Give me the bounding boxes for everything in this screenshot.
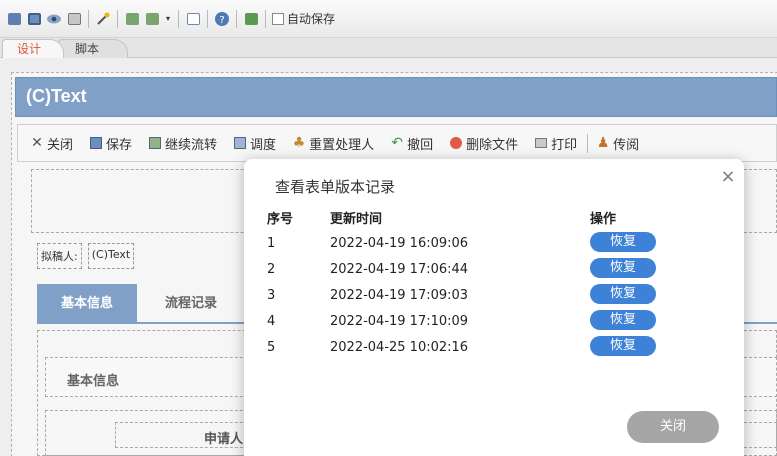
tab-design[interactable]: 设计 xyxy=(2,39,64,58)
close-action[interactable]: ✕ 关闭 xyxy=(30,134,73,153)
close-x-icon: ✕ xyxy=(31,135,43,151)
export-dropdown-icon[interactable]: ▾ xyxy=(164,11,172,27)
new-icon[interactable] xyxy=(6,11,22,27)
undo-icon: ↶ xyxy=(391,135,403,151)
row-time: 2022-04-25 10:02:16 xyxy=(330,340,469,355)
form-title: (C)Text xyxy=(26,86,87,106)
column-header-action: 操作 xyxy=(590,212,617,227)
toolbar-divider xyxy=(207,9,208,28)
main-toolbar: ▾ ? 自动保存 xyxy=(0,0,777,38)
close-icon[interactable]: × xyxy=(720,168,736,186)
print-icon xyxy=(534,136,548,150)
row-time: 2022-04-19 17:09:03 xyxy=(330,288,469,303)
delete-file-label: 删除文件 xyxy=(466,137,519,153)
wand-icon[interactable] xyxy=(95,11,111,27)
person-icon: ♟ xyxy=(596,135,610,151)
row-time: 2022-04-19 17:06:44 xyxy=(330,262,469,277)
delete-icon xyxy=(449,136,463,150)
column-header-time: 更新时间 xyxy=(330,212,383,227)
drafter-row: 拟稿人: (C)Text xyxy=(37,243,135,269)
toolbar-divider xyxy=(88,9,89,28)
help-icon[interactable]: ? xyxy=(214,11,230,27)
form-title-bar: (C)Text xyxy=(15,77,777,117)
save-action[interactable]: 保存 xyxy=(89,134,132,153)
import-icon[interactable] xyxy=(124,11,140,27)
version-history-dialog: 查看表单版本记录 × 序号 更新时间 操作 1 2022-04-19 16:09… xyxy=(244,159,744,456)
autosave-label: 自动保存 xyxy=(287,12,336,26)
form-icon[interactable] xyxy=(185,11,201,27)
print-icon[interactable] xyxy=(66,11,82,27)
dialog-close-button[interactable]: 关闭 xyxy=(627,411,719,443)
circulate-action[interactable]: ♟ 传阅 xyxy=(596,134,639,153)
print-action[interactable]: 打印 xyxy=(534,133,589,153)
tab-flow-records[interactable]: 流程记录 xyxy=(141,284,241,324)
tab-basic-info[interactable]: 基本信息 xyxy=(37,284,137,324)
restore-button[interactable]: 恢复 xyxy=(590,258,656,278)
restore-button[interactable]: 恢复 xyxy=(590,232,656,252)
row-number: 3 xyxy=(267,288,276,303)
tab-script[interactable]: 脚本 xyxy=(58,39,128,58)
restore-button[interactable]: 恢复 xyxy=(590,336,656,356)
row-time: 2022-04-19 16:09:06 xyxy=(330,236,469,251)
reset-handler-label: 重置处理人 xyxy=(309,137,375,153)
form-action-bar: ✕ 关闭 保存 继续流转 调度 ♣ 重置处理人 ↶ 撤回 删除文件 打印 ♟ 传… xyxy=(17,124,777,162)
applicant-label: 申请人 xyxy=(204,432,244,447)
preview-icon[interactable] xyxy=(46,11,62,27)
continue-flow-label: 继续流转 xyxy=(165,137,218,153)
table-row: 1 2022-04-19 16:09:06 恢复 xyxy=(244,231,744,257)
svg-text:?: ? xyxy=(219,15,224,26)
image-icon[interactable] xyxy=(243,11,259,27)
reset-handler-action[interactable]: ♣ 重置处理人 xyxy=(292,134,374,153)
drafter-value[interactable]: (C)Text xyxy=(87,243,135,269)
toolbar-divider xyxy=(265,9,266,28)
dialog-title: 查看表单版本记录 xyxy=(275,178,396,196)
restore-button[interactable]: 恢复 xyxy=(590,310,656,330)
editor-tabs: 脚本 设计 xyxy=(0,38,777,58)
save-icon xyxy=(89,136,103,150)
withdraw-label: 撤回 xyxy=(407,137,434,153)
table-row: 5 2022-04-25 10:02:16 恢复 xyxy=(244,335,744,361)
circulate-label: 传阅 xyxy=(613,137,640,153)
toolbar-divider xyxy=(117,9,118,28)
close-action-label: 关闭 xyxy=(47,137,74,153)
toolbar-divider xyxy=(236,9,237,28)
save-icon[interactable] xyxy=(26,11,42,27)
row-number: 4 xyxy=(267,314,276,329)
table-row: 2 2022-04-19 17:06:44 恢复 xyxy=(244,257,744,283)
users-icon: ♣ xyxy=(292,135,306,151)
restore-button[interactable]: 恢复 xyxy=(590,284,656,304)
row-number: 5 xyxy=(267,340,276,355)
export-icon[interactable] xyxy=(144,11,160,27)
toolbar-divider xyxy=(178,9,179,28)
drafter-label: 拟稿人: xyxy=(37,243,82,269)
continue-flow-action[interactable]: 继续流转 xyxy=(148,134,217,153)
section-title: 基本信息 xyxy=(67,374,120,389)
column-header-no: 序号 xyxy=(267,212,294,227)
row-number: 1 xyxy=(267,236,276,251)
dispatch-icon xyxy=(233,136,247,150)
delete-file-action[interactable]: 删除文件 xyxy=(449,134,518,153)
flow-icon xyxy=(148,136,162,150)
table-row: 4 2022-04-19 17:10:09 恢复 xyxy=(244,309,744,335)
autosave-option[interactable]: 自动保存 xyxy=(272,10,335,27)
autosave-checkbox[interactable] xyxy=(272,12,284,25)
table-row: 3 2022-04-19 17:09:03 恢复 xyxy=(244,283,744,309)
dispatch-action[interactable]: 调度 xyxy=(233,134,276,153)
save-action-label: 保存 xyxy=(106,137,133,153)
withdraw-action[interactable]: ↶ 撤回 xyxy=(390,134,433,153)
row-time: 2022-04-19 17:10:09 xyxy=(330,314,469,329)
dispatch-label: 调度 xyxy=(250,137,277,153)
row-number: 2 xyxy=(267,262,276,277)
print-label: 打印 xyxy=(551,137,578,153)
